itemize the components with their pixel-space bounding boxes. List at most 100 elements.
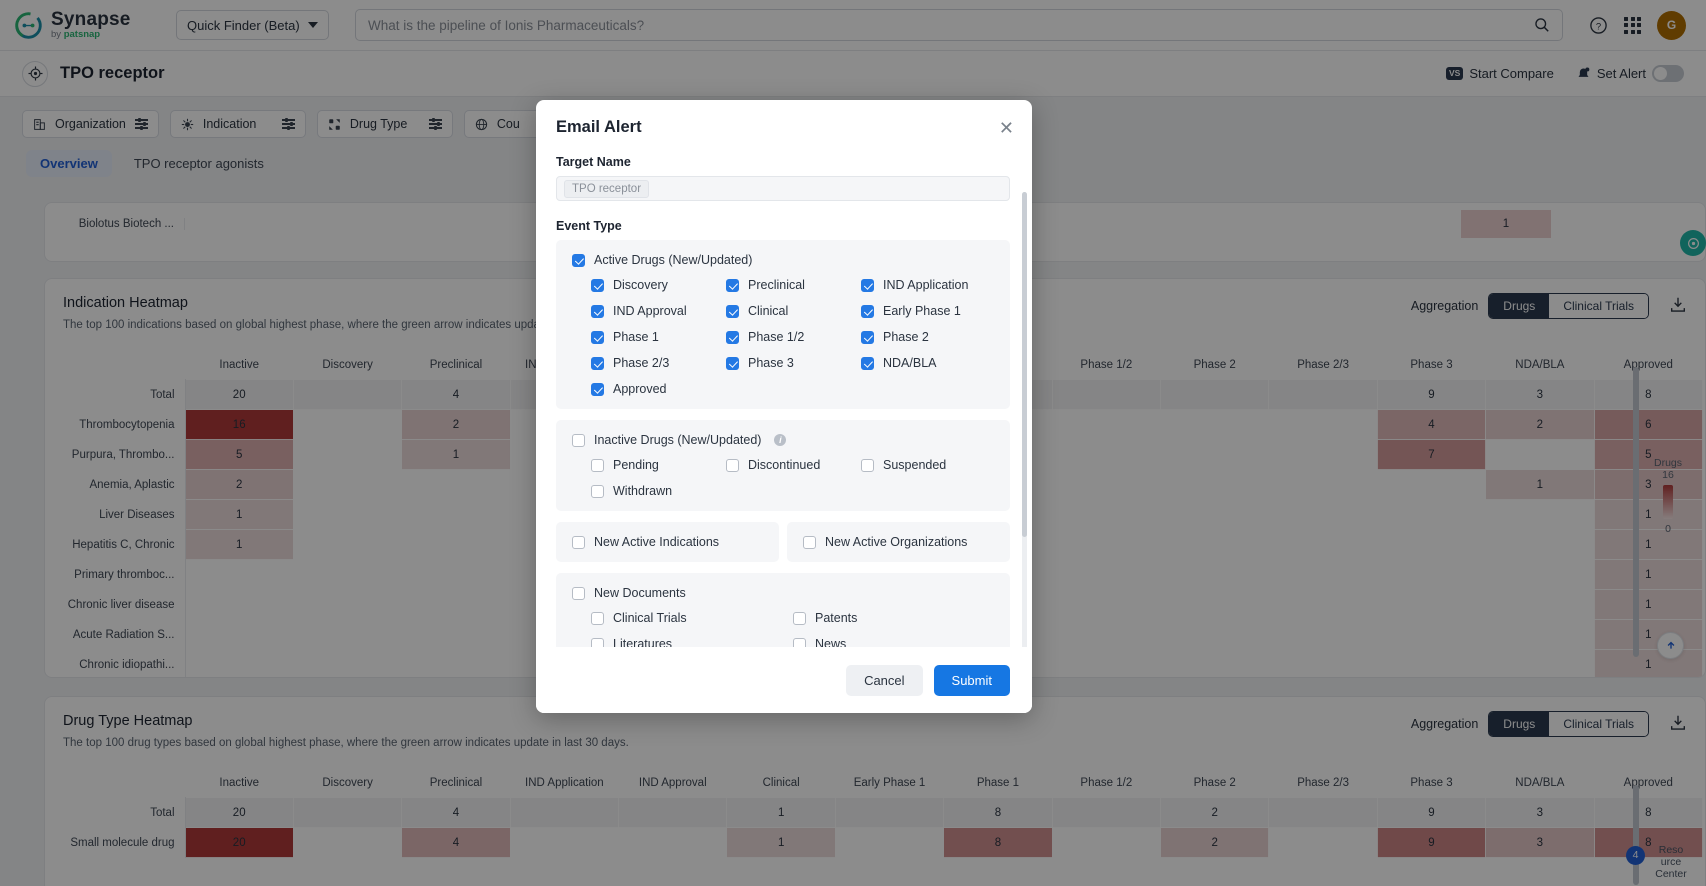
checkbox-row-inactive-drugs-child[interactable]: Pending <box>591 458 726 472</box>
checkbox-row-active-drugs-child[interactable]: Clinical <box>726 304 861 318</box>
checkbox-row-standalone[interactable]: New Active Indications <box>572 535 763 549</box>
checkbox-early-phase-1[interactable] <box>861 304 874 318</box>
checkbox-label: NDA/BLA <box>883 356 937 370</box>
checkbox-phase-2-3[interactable] <box>591 356 604 370</box>
checkbox-active-drugs-new-updated[interactable] <box>572 253 585 267</box>
checkbox-row-active-drugs-child[interactable]: NDA/BLA <box>861 356 994 370</box>
modal-body: Target Name TPO receptor Event Type Acti… <box>536 137 1032 647</box>
checkbox-row-inactive-drugs-child[interactable]: Suspended <box>861 458 994 472</box>
modal-footer: Cancel Submit <box>536 647 1032 713</box>
checkbox-label: Preclinical <box>748 278 805 292</box>
checkbox-row-active-drugs-child[interactable]: IND Approval <box>591 304 726 318</box>
info-icon[interactable]: i <box>774 434 787 446</box>
checkbox-label: Withdrawn <box>613 484 673 498</box>
checkbox-label: Phase 2/3 <box>613 356 670 370</box>
checkbox-patents[interactable] <box>793 611 806 625</box>
checkbox-label: New Active Indications <box>594 535 720 549</box>
checkbox-discontinued[interactable] <box>726 458 739 472</box>
checkbox-clinical-trials[interactable] <box>591 611 604 625</box>
checkbox-clinical[interactable] <box>726 304 739 318</box>
checkbox-label: Discovery <box>613 278 668 292</box>
checkbox-label: Clinical Trials <box>613 611 687 625</box>
checkbox-preclinical[interactable] <box>726 278 739 292</box>
checkbox-row-active-drugs-child[interactable]: Phase 2/3 <box>591 356 726 370</box>
checkbox-row-documents-child[interactable]: Literatures <box>591 637 793 647</box>
checkbox-discovery[interactable] <box>591 278 604 292</box>
group-inactive-drugs-options: Pending Discontinued Suspended Withdrawn <box>591 458 994 498</box>
checkbox-label: IND Approval <box>613 304 687 318</box>
checkbox-row-active-drugs-child[interactable]: Approved <box>591 382 726 396</box>
close-icon[interactable]: ✕ <box>999 119 1014 137</box>
checkbox-label: Phase 3 <box>748 356 794 370</box>
checkbox-new-documents[interactable] <box>572 586 585 600</box>
checkbox-phase-3[interactable] <box>726 356 739 370</box>
checkbox-row-active-drugs-child[interactable]: Early Phase 1 <box>861 304 994 318</box>
checkbox-row-inactive-drugs-child[interactable]: Withdrawn <box>591 484 726 498</box>
checkbox-row-documents-child[interactable]: News <box>793 637 994 647</box>
checkbox-news[interactable] <box>793 637 806 647</box>
checkbox-row-active-drugs-child[interactable]: Discovery <box>591 278 726 292</box>
checkbox-row-standalone[interactable]: New Active Organizations <box>803 535 994 549</box>
checkbox-withdrawn[interactable] <box>591 484 604 498</box>
target-name-input[interactable]: TPO receptor <box>556 176 1010 201</box>
checkbox-label: Early Phase 1 <box>883 304 961 318</box>
checkbox-row-active-drugs-child[interactable]: Phase 1/2 <box>726 330 861 344</box>
checkbox-label: IND Application <box>883 278 969 292</box>
checkbox-phase-1-2[interactable] <box>726 330 739 344</box>
checkbox-pending[interactable] <box>591 458 604 472</box>
checkbox-label: Phase 1/2 <box>748 330 805 344</box>
modal-scroll-thumb[interactable] <box>1022 192 1027 537</box>
checkbox-ind-approval[interactable] <box>591 304 604 318</box>
group-new-documents: New Documents Clinical Trials Patents Liter… <box>556 573 1010 647</box>
checkbox-label: Phase 2 <box>883 330 929 344</box>
checkbox-row-active-drugs-child[interactable]: IND Application <box>861 278 994 292</box>
cancel-button[interactable]: Cancel <box>846 664 923 696</box>
checkbox-label: Patents <box>815 611 858 625</box>
checkbox-inactive-drugs-new-updated[interactable] <box>572 433 585 447</box>
checkbox-label: Phase 1 <box>613 330 659 344</box>
target-name-chip: TPO receptor <box>564 179 650 198</box>
checkbox-row-documents-parent[interactable]: New Documents <box>572 586 994 600</box>
submit-button[interactable]: Submit <box>933 664 1010 696</box>
checkbox-label: New Active Organizations <box>825 535 968 549</box>
group-inactive-drugs: Inactive Drugs (New/Updated) i Pending Disc… <box>556 420 1010 511</box>
checkbox-nda-bla[interactable] <box>861 356 874 370</box>
checkbox-label: Pending <box>613 458 659 472</box>
checkbox-new-active-organizations[interactable] <box>803 535 816 549</box>
checkbox-row-documents-child[interactable]: Clinical Trials <box>591 611 793 625</box>
checkbox-label: Clinical <box>748 304 789 318</box>
target-name-label: Target Name <box>556 155 631 169</box>
checkbox-ind-application[interactable] <box>861 278 874 292</box>
checkbox-phase-2[interactable] <box>861 330 874 344</box>
checkbox-row-active-drugs-child[interactable]: Phase 3 <box>726 356 861 370</box>
standalone-options: New Active Indications New Active Organiz… <box>556 522 1010 562</box>
checkbox-row-inactive-drugs-parent[interactable]: Inactive Drugs (New/Updated) i <box>572 433 994 447</box>
checkbox-label: New Documents <box>594 586 686 600</box>
email-alert-modal: Email Alert ✕ Target Name TPO receptor E… <box>536 100 1032 713</box>
event-type-groups: Active Drugs (New/Updated) Discovery Precl… <box>556 240 1010 647</box>
checkbox-approved[interactable] <box>591 382 604 396</box>
checkbox-label: Approved <box>613 382 667 396</box>
event-type-label: Event Type <box>556 219 622 233</box>
group-active-drugs-options: Discovery Preclinical IND Application IND A… <box>591 278 994 396</box>
checkbox-new-active-indications[interactable] <box>572 535 585 549</box>
group-new-documents-options: Clinical Trials Patents Literatures News <box>591 611 994 647</box>
checkbox-label: News <box>815 637 847 647</box>
checkbox-row-inactive-drugs-child[interactable]: Discontinued <box>726 458 861 472</box>
checkbox-suspended[interactable] <box>861 458 874 472</box>
checkbox-phase-1[interactable] <box>591 330 604 344</box>
checkbox-row-documents-child[interactable]: Patents <box>793 611 994 625</box>
group-standalone: New Active Indications <box>556 522 779 562</box>
checkbox-row-active-drugs-child[interactable]: Preclinical <box>726 278 861 292</box>
checkbox-row-active-drugs-child[interactable]: Phase 2 <box>861 330 994 344</box>
checkbox-row-active-drugs-parent[interactable]: Active Drugs (New/Updated) <box>572 253 994 267</box>
app-root: Synapse by patsnap Quick Finder (Beta) W… <box>0 0 1706 886</box>
checkbox-row-active-drugs-child[interactable]: Phase 1 <box>591 330 726 344</box>
modal-title: Email Alert <box>556 118 642 136</box>
modal-header: Email Alert ✕ <box>536 100 1032 137</box>
group-active-drugs: Active Drugs (New/Updated) Discovery Precl… <box>556 240 1010 409</box>
checkbox-literatures[interactable] <box>591 637 604 647</box>
checkbox-label: Discontinued <box>748 458 821 472</box>
checkbox-label: Literatures <box>613 637 673 647</box>
checkbox-label: Suspended <box>883 458 947 472</box>
